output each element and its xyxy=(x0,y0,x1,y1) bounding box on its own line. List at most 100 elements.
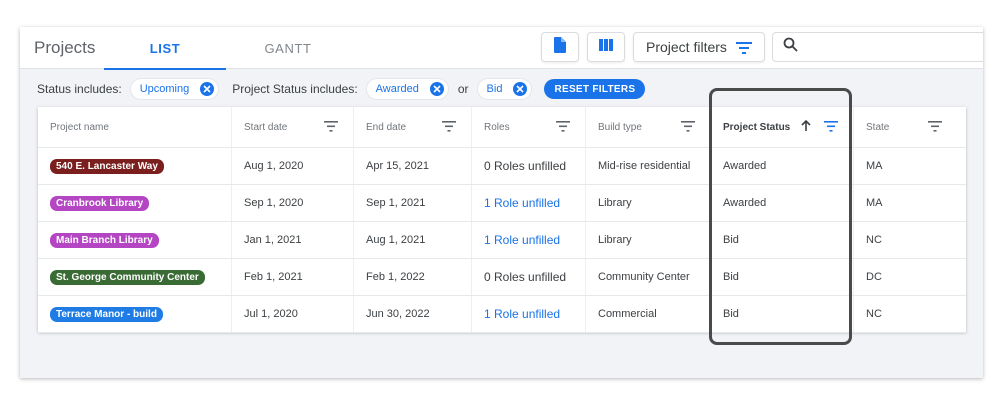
columns-button[interactable] xyxy=(587,32,625,62)
column-header-project-status[interactable]: Project Status xyxy=(711,107,854,148)
start-value: Sep 1, 2020 xyxy=(244,197,304,209)
start-value: Aug 1, 2020 xyxy=(244,160,304,172)
cell-start: Jul 1, 2020 xyxy=(232,296,354,332)
column-label: Start date xyxy=(244,122,288,133)
filter-chip-awarded[interactable]: Awarded xyxy=(366,79,448,99)
roles-link[interactable]: 1 Role unfilled xyxy=(484,307,560,321)
table-row[interactable]: Cranbrook Library Sep 1, 2020 Sep 1, 2021 1… xyxy=(38,185,966,222)
cell-build: Library xyxy=(586,185,711,221)
end-value: Feb 1, 2022 xyxy=(366,271,425,283)
cell-build: Commercial xyxy=(586,296,711,332)
chip-label: Bid xyxy=(486,83,503,95)
project-name-pill[interactable]: St. George Community Center xyxy=(50,269,205,285)
chip-label: Awarded xyxy=(375,83,419,95)
start-value: Jul 1, 2020 xyxy=(244,308,298,320)
status-value: Bid xyxy=(723,271,739,283)
cell-name: 540 E. Lancaster Way xyxy=(38,148,232,184)
status-value: Bid xyxy=(723,234,739,246)
remove-chip-icon[interactable] xyxy=(429,82,444,96)
column-label: Project Status xyxy=(723,122,791,133)
cell-state: DC xyxy=(854,259,966,295)
build-value: Community Center xyxy=(598,271,690,283)
column-label: Project name xyxy=(50,122,109,133)
project-filters-label: Project filters xyxy=(646,39,727,55)
table-row[interactable]: Terrace Manor - build Jul 1, 2020 Jun 30, … xyxy=(38,296,966,333)
cell-start: Jan 1, 2021 xyxy=(232,222,354,258)
search-input[interactable] xyxy=(806,39,976,55)
build-value: Library xyxy=(598,234,632,246)
cell-status: Awarded xyxy=(711,148,854,184)
reset-filters-button[interactable]: RESET FILTERS xyxy=(544,79,646,99)
column-label: State xyxy=(866,122,890,133)
filter-chip-upcoming[interactable]: Upcoming xyxy=(130,79,219,99)
tab-list[interactable]: LIST xyxy=(104,27,226,70)
table-row[interactable]: St. George Community Center Feb 1, 2021 Fe… xyxy=(38,259,966,296)
cell-state: MA xyxy=(854,148,966,184)
start-value: Jan 1, 2021 xyxy=(244,234,302,246)
filter-icon[interactable] xyxy=(442,121,456,135)
filter-icon-active[interactable] xyxy=(824,121,838,135)
cell-build: Library xyxy=(586,222,711,258)
column-header-project-name[interactable]: Project name xyxy=(38,107,232,148)
sort-ascending-icon[interactable] xyxy=(801,119,811,135)
cell-roles: 0 Roles unfilled xyxy=(472,259,586,295)
search-box[interactable] xyxy=(772,32,983,62)
column-header-roles[interactable]: Roles xyxy=(472,107,586,148)
cell-start: Sep 1, 2020 xyxy=(232,185,354,221)
status-value: Bid xyxy=(723,308,739,320)
column-label: End date xyxy=(366,122,407,133)
filter-icon[interactable] xyxy=(556,121,570,135)
cell-name: Main Branch Library xyxy=(38,222,232,258)
top-bar: Projects LIST GANTT Project filters xyxy=(20,27,983,70)
filter-chip-bid[interactable]: Bid xyxy=(477,79,532,99)
table-row[interactable]: 540 E. Lancaster Way Aug 1, 2020 Apr 15, 2… xyxy=(38,148,966,185)
tab-gantt[interactable]: GANTT xyxy=(230,27,346,69)
chip-label: Upcoming xyxy=(139,83,190,95)
cell-roles: 1 Role unfilled xyxy=(472,222,586,258)
active-filters-bar: Status includes: Upcoming Project Status… xyxy=(20,77,983,101)
column-header-state[interactable]: State xyxy=(854,107,966,148)
document-button[interactable] xyxy=(541,32,579,62)
cell-end: Jun 30, 2022 xyxy=(354,296,472,332)
cell-status: Awarded xyxy=(711,185,854,221)
state-value: NC xyxy=(866,234,882,246)
filter-icon[interactable] xyxy=(681,121,695,135)
state-value: MA xyxy=(866,197,883,209)
status-value: Awarded xyxy=(723,160,767,172)
build-value: Library xyxy=(598,197,632,209)
cell-status: Bid xyxy=(711,296,854,332)
filter-icon[interactable] xyxy=(324,121,338,135)
or-text: or xyxy=(457,82,469,96)
cell-roles: 1 Role unfilled xyxy=(472,185,586,221)
projects-table: Project name Start date End date Roles B… xyxy=(38,107,966,333)
cell-name: St. George Community Center xyxy=(38,259,232,295)
project-name-pill[interactable]: 540 E. Lancaster Way xyxy=(50,158,164,174)
cell-end: Apr 15, 2021 xyxy=(354,148,472,184)
cell-start: Aug 1, 2020 xyxy=(232,148,354,184)
cell-state: MA xyxy=(854,185,966,221)
cell-start: Feb 1, 2021 xyxy=(232,259,354,295)
filter-icon[interactable] xyxy=(928,121,942,135)
project-status-filter-label: Project Status includes: xyxy=(232,82,358,96)
remove-chip-icon[interactable] xyxy=(200,82,215,96)
remove-chip-icon[interactable] xyxy=(513,82,528,96)
column-header-end-date[interactable]: End date xyxy=(354,107,472,148)
project-filters-button[interactable]: Project filters xyxy=(633,32,765,62)
column-header-build-type[interactable]: Build type xyxy=(586,107,711,148)
roles-link[interactable]: 1 Role unfilled xyxy=(484,196,560,210)
table-row[interactable]: Main Branch Library Jan 1, 2021 Aug 1, 202… xyxy=(38,222,966,259)
roles-link[interactable]: 1 Role unfilled xyxy=(484,233,560,247)
column-label: Build type xyxy=(598,122,642,133)
project-name-pill[interactable]: Terrace Manor - build xyxy=(50,306,163,322)
cell-name: Terrace Manor - build xyxy=(38,296,232,332)
state-value: DC xyxy=(866,271,882,283)
start-value: Feb 1, 2021 xyxy=(244,271,303,283)
project-name-pill[interactable]: Main Branch Library xyxy=(50,232,159,248)
column-header-start-date[interactable]: Start date xyxy=(232,107,354,148)
end-value: Sep 1, 2021 xyxy=(366,197,426,209)
cell-status: Bid xyxy=(711,259,854,295)
status-value: Awarded xyxy=(723,197,767,209)
cell-build: Mid-rise residential xyxy=(586,148,711,184)
document-icon xyxy=(553,36,567,58)
project-name-pill[interactable]: Cranbrook Library xyxy=(50,195,150,211)
